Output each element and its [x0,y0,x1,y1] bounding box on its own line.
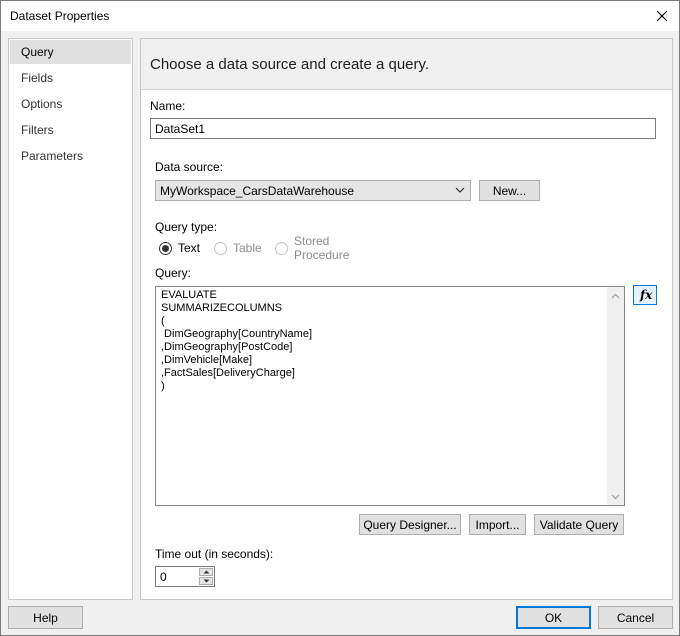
radio-checked-icon [159,241,172,255]
name-field[interactable] [150,118,656,139]
datasource-dropdown[interactable]: MyWorkspace_CarsDataWarehouse [155,180,471,201]
datasource-selected-value: MyWorkspace_CarsDataWarehouse [160,184,355,198]
expression-button[interactable]: fx [633,285,657,305]
query-scrollbar[interactable] [607,287,624,505]
close-button[interactable] [651,5,673,27]
querytype-table-radio[interactable]: Table [214,240,262,256]
querytype-label: Query type: [155,220,218,234]
radio-unchecked-icon [214,241,227,255]
scroll-up-arrow-icon[interactable] [607,287,624,304]
query-text: EVALUATE SUMMARIZECOLUMNS ( DimGeography… [161,289,313,392]
sidebar-nav: Query Fields Options Filters Parameters [8,38,133,600]
querytype-storedprocedure-radio[interactable]: Stored Procedure [275,234,349,262]
timeout-stepper[interactable]: 0 [155,566,215,587]
spin-up-arrow-icon[interactable] [199,568,213,576]
spin-buttons [199,568,213,585]
ok-button[interactable]: OK [516,606,591,629]
cancel-button[interactable]: Cancel [598,606,673,629]
spin-down-arrow-icon[interactable] [199,577,213,585]
panel-heading: Choose a data source and create a query. [150,56,430,73]
sidebar-item-filters[interactable]: Filters [10,118,131,142]
query-panel: Choose a data source and create a query.… [140,38,673,600]
sidebar-item-query[interactable]: Query [10,40,131,64]
close-icon [656,10,668,22]
name-label: Name: [150,99,186,113]
query-textarea[interactable]: EVALUATE SUMMARIZECOLUMNS ( DimGeography… [155,286,625,506]
help-button[interactable]: Help [8,606,83,629]
chevron-down-icon [454,184,466,199]
datasource-label: Data source: [155,160,224,174]
dialog-title: Dataset Properties [10,9,110,23]
scroll-down-arrow-icon[interactable] [607,488,624,505]
query-designer-button[interactable]: Query Designer... [359,514,461,535]
querytype-text-radio[interactable]: Text [159,240,200,256]
timeout-value: 0 [160,570,167,584]
new-datasource-button[interactable]: New... [479,180,540,201]
validate-query-button[interactable]: Validate Query [534,514,624,535]
panel-header: Choose a data source and create a query. [141,39,672,90]
import-button[interactable]: Import... [469,514,526,535]
dataset-properties-dialog: Dataset Properties Query Fields Options … [0,0,680,636]
sidebar-item-fields[interactable]: Fields [10,66,131,90]
sidebar-item-options[interactable]: Options [10,92,131,116]
timeout-label: Time out (in seconds): [155,547,274,561]
sidebar-item-parameters[interactable]: Parameters [10,144,131,168]
title-bar: Dataset Properties [1,1,679,31]
radio-unchecked-icon [275,241,288,255]
query-label: Query: [155,266,192,280]
